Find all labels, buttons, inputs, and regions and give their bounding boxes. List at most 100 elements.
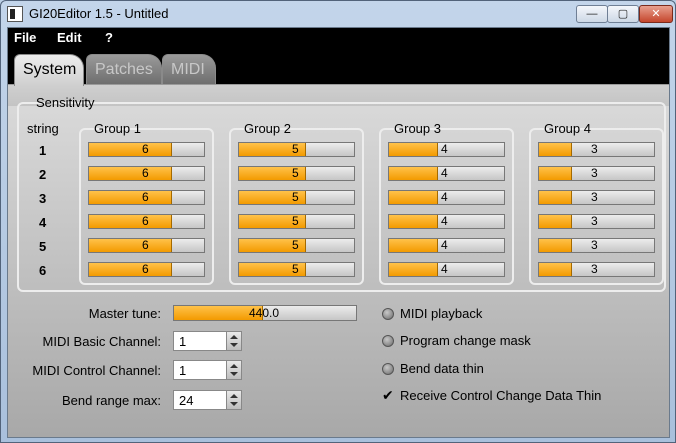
- slider-value: 5: [292, 214, 299, 228]
- slider-value: 3: [591, 214, 598, 228]
- sensitivity-slider-g2-s6[interactable]: 5: [238, 262, 355, 277]
- led-off-icon: [382, 308, 394, 320]
- app-window: GI20Editor 1.5 - Untitled — ▢ ✕ File Edi…: [0, 0, 676, 443]
- slider-fill: [389, 167, 439, 180]
- sensitivity-slider-g2-s1[interactable]: 5: [238, 142, 355, 157]
- client-area: File Edit ? System Patches MIDI Sensitiv…: [7, 27, 670, 438]
- slider-value: 3: [591, 262, 598, 276]
- slider-value: 6: [142, 190, 149, 204]
- slider-value: 4: [441, 166, 448, 180]
- sensitivity-slider-g3-s4[interactable]: 4: [388, 214, 505, 229]
- slider-fill: [389, 143, 439, 156]
- spin-arrows-icon[interactable]: [226, 361, 241, 379]
- app-icon: [7, 6, 23, 22]
- slider-fill: [389, 239, 439, 252]
- sensitivity-slider-g3-s6[interactable]: 4: [388, 262, 505, 277]
- slider-value: 3: [591, 142, 598, 156]
- checkmark-icon: ✔: [382, 387, 394, 403]
- group-label: Group 3: [394, 121, 441, 136]
- bend-range-spinner[interactable]: 24: [173, 390, 242, 410]
- sensitivity-slider-g4-s2[interactable]: 3: [538, 166, 655, 181]
- master-tune-slider[interactable]: 440.0: [173, 305, 357, 321]
- sensitivity-slider-g1-s4[interactable]: 6: [88, 214, 205, 229]
- slider-value: 3: [591, 238, 598, 252]
- slider-value: 5: [292, 142, 299, 156]
- bend-range-value: 24: [179, 393, 194, 408]
- master-tune-label: Master tune:: [88, 306, 161, 321]
- slider-fill: [539, 215, 573, 228]
- title-bar[interactable]: GI20Editor 1.5 - Untitled — ▢ ✕: [1, 1, 675, 27]
- string-label-3: 3: [39, 191, 47, 206]
- tab-strip: System Patches MIDI: [8, 48, 669, 106]
- slider-fill: [89, 143, 172, 156]
- slider-fill: [89, 263, 172, 276]
- slider-fill: [89, 215, 172, 228]
- midi-control-channel-value: 1: [179, 363, 187, 378]
- sensitivity-group-4: Group 4333333: [529, 121, 664, 285]
- maximize-button[interactable]: ▢: [607, 5, 639, 23]
- group-label: Group 1: [94, 121, 141, 136]
- slider-value: 6: [142, 214, 149, 228]
- string-label-5: 5: [39, 239, 47, 254]
- midi-control-channel-spinner[interactable]: 1: [173, 360, 242, 380]
- slider-fill: [389, 263, 439, 276]
- slider-value: 6: [142, 142, 149, 156]
- sensitivity-slider-g4-s1[interactable]: 3: [538, 142, 655, 157]
- sensitivity-slider-g4-s4[interactable]: 3: [538, 214, 655, 229]
- slider-value: 4: [441, 214, 448, 228]
- sensitivity-title: Sensitivity: [36, 95, 95, 110]
- led-off-icon: [382, 363, 394, 375]
- sensitivity-slider-g1-s2[interactable]: 6: [88, 166, 205, 181]
- led-off-icon: [382, 335, 394, 347]
- menu-bar: File Edit ?: [8, 28, 669, 48]
- slider-value: 4: [441, 190, 448, 204]
- slider-value: 5: [292, 262, 299, 276]
- tab-patches[interactable]: Patches: [86, 54, 162, 84]
- sensitivity-slider-g2-s2[interactable]: 5: [238, 166, 355, 181]
- sensitivity-slider-g1-s3[interactable]: 6: [88, 190, 205, 205]
- slider-fill: [89, 167, 172, 180]
- slider-value: 4: [441, 238, 448, 252]
- sensitivity-slider-g3-s2[interactable]: 4: [388, 166, 505, 181]
- sensitivity-slider-g3-s3[interactable]: 4: [388, 190, 505, 205]
- sensitivity-group-2: Group 2555555: [229, 121, 364, 285]
- sensitivity-slider-g1-s1[interactable]: 6: [88, 142, 205, 157]
- sensitivity-slider-g3-s1[interactable]: 4: [388, 142, 505, 157]
- string-header: string: [27, 121, 59, 136]
- group-label: Group 4: [544, 121, 591, 136]
- sensitivity-slider-g4-s6[interactable]: 3: [538, 262, 655, 277]
- slider-value: 3: [591, 190, 598, 204]
- slider-value: 6: [142, 262, 149, 276]
- sensitivity-slider-g4-s3[interactable]: 3: [538, 190, 655, 205]
- tab-system[interactable]: System: [14, 54, 84, 86]
- slider-fill: [389, 191, 439, 204]
- spin-arrows-icon[interactable]: [226, 332, 241, 350]
- slider-fill: [539, 239, 573, 252]
- midi-basic-channel-spinner[interactable]: 1: [173, 331, 242, 351]
- menu-file[interactable]: File: [14, 30, 36, 45]
- menu-help[interactable]: ?: [105, 30, 113, 45]
- string-label-6: 6: [39, 263, 47, 278]
- close-button[interactable]: ✕: [639, 5, 673, 23]
- group-label: Group 2: [244, 121, 291, 136]
- string-label-2: 2: [39, 167, 47, 182]
- minimize-button[interactable]: —: [576, 5, 608, 23]
- spin-arrows-icon[interactable]: [226, 391, 241, 409]
- slider-fill: [539, 143, 573, 156]
- tab-midi[interactable]: MIDI: [162, 54, 216, 84]
- sensitivity-slider-g3-s5[interactable]: 4: [388, 238, 505, 253]
- slider-value: 5: [292, 166, 299, 180]
- sensitivity-slider-g1-s5[interactable]: 6: [88, 238, 205, 253]
- option-label: Bend data thin: [400, 361, 484, 376]
- sensitivity-slider-g4-s5[interactable]: 3: [538, 238, 655, 253]
- midi-basic-channel-label: MIDI Basic Channel:: [42, 334, 162, 349]
- sensitivity-slider-g2-s5[interactable]: 5: [238, 238, 355, 253]
- sensitivity-slider-g2-s3[interactable]: 5: [238, 190, 355, 205]
- menu-edit[interactable]: Edit: [57, 30, 82, 45]
- string-label-1: 1: [39, 143, 47, 158]
- sensitivity-slider-g2-s4[interactable]: 5: [238, 214, 355, 229]
- option-label: Receive Control Change Data Thin: [400, 388, 602, 403]
- sensitivity-slider-g1-s6[interactable]: 6: [88, 262, 205, 277]
- slider-value: 6: [142, 238, 149, 252]
- string-label-4: 4: [39, 215, 47, 230]
